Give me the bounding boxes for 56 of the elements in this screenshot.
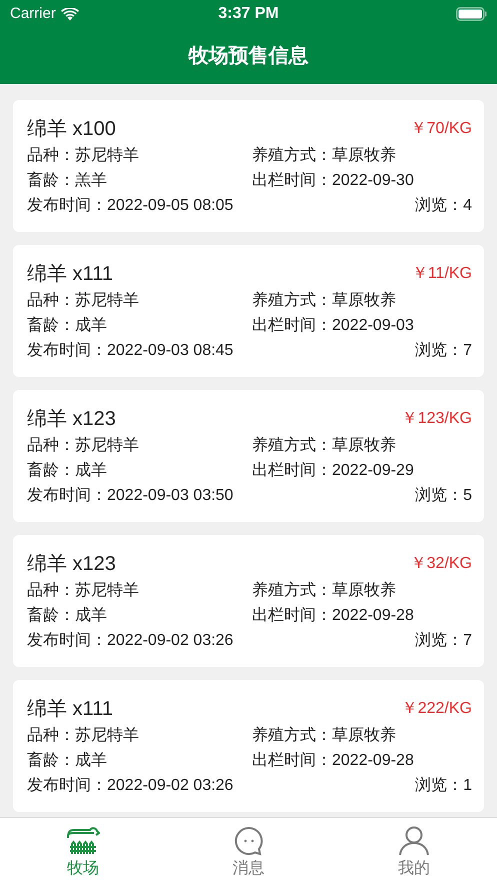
slaughter-date-text: 出栏时间：2022-09-28 xyxy=(252,606,414,626)
fence-icon xyxy=(66,826,100,856)
publish-time-text: 发布时间：2022-09-03 03:50 xyxy=(27,486,234,506)
publish-time-text: 发布时间：2022-09-02 03:26 xyxy=(27,776,234,796)
slaughter-date-text: 出栏时间：2022-09-30 xyxy=(252,170,414,190)
publish-time-text: 发布时间：2022-09-05 08:05 xyxy=(27,196,234,216)
farming-method-text: 养殖方式：草原牧养 xyxy=(252,290,396,310)
price-text: ￥222/KG xyxy=(402,698,472,718)
breed-text: 品种：苏尼特羊 xyxy=(27,146,140,166)
age-text: 畜龄：成羊 xyxy=(27,315,108,336)
view-count-text: 浏览：7 xyxy=(415,630,472,650)
age-text: 畜龄：羔羊 xyxy=(27,170,108,190)
age-text: 畜龄：成羊 xyxy=(27,605,108,626)
listing-title: 绵羊 x123 xyxy=(27,552,116,576)
listing-card[interactable]: 绵羊 x111 ￥222/KG 品种：苏尼特羊 养殖方式：草原牧养 畜龄：成羊 出栏时间：2022-09-28 发布时间：2022-09-02 03:26 浏览：1 xyxy=(13,680,484,812)
listing-title: 绵羊 x111 xyxy=(27,262,113,286)
slaughter-date-text: 出栏时间：2022-09-29 xyxy=(252,460,414,480)
view-count-text: 浏览：5 xyxy=(415,486,472,506)
tab-bar-item[interactable]: 消息 xyxy=(166,818,332,883)
breed-text: 品种：苏尼特羊 xyxy=(27,726,140,746)
user-icon xyxy=(398,826,430,856)
farming-method-text: 养殖方式：草原牧养 xyxy=(252,436,396,456)
listing-title: 绵羊 x111 xyxy=(27,696,113,722)
slaughter-date-text: 出栏时间：2022-09-03 xyxy=(252,316,414,336)
page-title: 牧场预售信息 xyxy=(188,44,308,69)
listing-title: 绵羊 x123 xyxy=(27,406,116,432)
price-text: ￥32/KG xyxy=(410,554,472,574)
view-count-text: 浏览：4 xyxy=(415,196,472,216)
farming-method-text: 养殖方式：草原牧养 xyxy=(252,726,396,746)
publish-time-text: 发布时间：2022-09-03 08:45 xyxy=(27,340,234,360)
price-text: ￥11/KG xyxy=(412,264,472,284)
battery-icon xyxy=(456,7,487,21)
breed-text: 品种：苏尼特羊 xyxy=(27,290,140,310)
tab-bar-item[interactable]: 我的 xyxy=(331,818,497,883)
listing-card[interactable]: 绵羊 x111 ￥11/KG 品种：苏尼特羊 养殖方式：草原牧养 畜龄：成羊 出栏时间：2022-09-03 发布时间：2022-09-03 08:45 浏览：7 xyxy=(13,245,484,377)
age-text: 畜龄：成羊 xyxy=(27,460,108,480)
breed-text: 品种：苏尼特羊 xyxy=(27,580,140,600)
carrier-text: Carrier xyxy=(10,4,56,24)
listing-card[interactable]: 绵羊 x123 ￥123/KG 品种：苏尼特羊 养殖方式：草原牧养 畜龄：成羊 出栏时间：2022-09-29 发布时间：2022-09-03 03:50 浏览：5 xyxy=(13,390,484,522)
age-text: 畜龄：成羊 xyxy=(27,750,108,770)
wifi-icon xyxy=(60,8,79,20)
listing-card[interactable]: 绵羊 x123 ￥32/KG 品种：苏尼特羊 养殖方式：草原牧养 畜龄：成羊 出栏时间：2022-09-28 发布时间：2022-09-02 03:26 浏览：7 xyxy=(13,535,484,667)
farming-method-text: 养殖方式：草原牧养 xyxy=(252,580,396,600)
chat-bubble-icon xyxy=(232,826,264,856)
publish-time-text: 发布时间：2022-09-02 03:26 xyxy=(27,630,234,650)
price-text: ￥123/KG xyxy=(402,408,472,428)
view-count-text: 浏览：1 xyxy=(415,776,472,796)
slaughter-date-text: 出栏时间：2022-09-28 xyxy=(252,750,414,770)
farming-method-text: 养殖方式：草原牧养 xyxy=(252,146,396,166)
listing-card[interactable]: 绵羊 x100 ￥70/KG 品种：苏尼特羊 养殖方式：草原牧养 畜龄：羔羊 出栏时间：2022-09-30 发布时间：2022-09-05 08:05 浏览：4 xyxy=(13,100,484,232)
view-count-text: 浏览：7 xyxy=(415,340,472,360)
tab-bar-item[interactable]: 牧场 xyxy=(0,818,166,883)
clock-text: 3:37 PM xyxy=(218,4,279,24)
breed-text: 品种：苏尼特羊 xyxy=(27,436,140,456)
listing-title: 绵羊 x100 xyxy=(27,116,116,142)
price-text: ￥70/KG xyxy=(410,118,472,138)
